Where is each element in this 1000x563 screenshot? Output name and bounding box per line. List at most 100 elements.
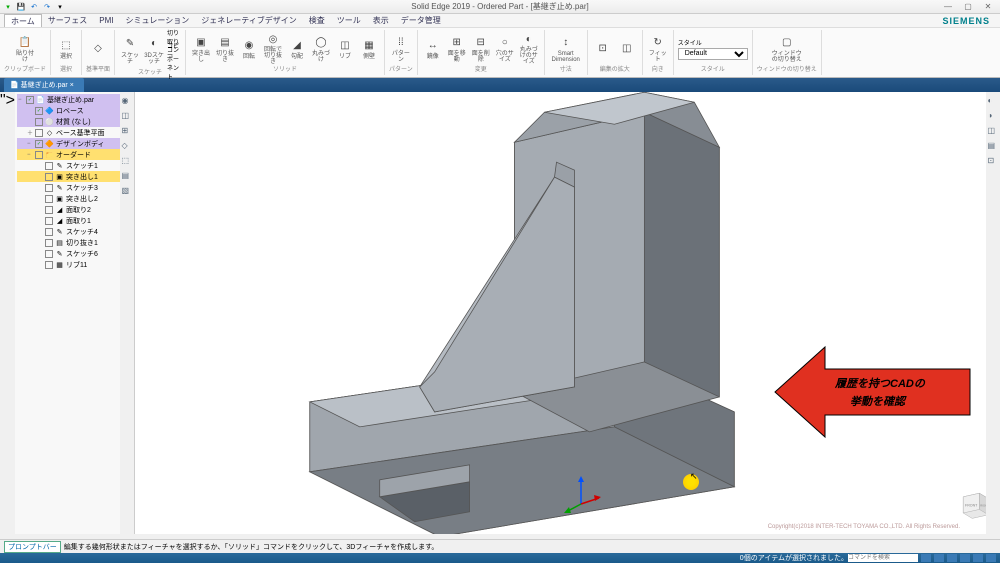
rt-tool-4[interactable]: ▤ (988, 141, 999, 152)
bb-btn-6[interactable] (986, 554, 996, 562)
checkbox[interactable] (35, 118, 43, 126)
checkbox[interactable]: ✓ (35, 140, 43, 148)
lt-tool-2[interactable]: ◫ (122, 111, 133, 122)
checkbox[interactable] (45, 162, 53, 170)
tree-item[interactable]: ◢面取り2 (17, 204, 132, 215)
checkbox[interactable] (45, 217, 53, 225)
save-icon[interactable]: 💾 (15, 1, 27, 12)
mirror-button[interactable]: ↔鏡像 (422, 33, 444, 65)
rt-tool-5[interactable]: ⊡ (988, 156, 999, 167)
feature-tree[interactable]: −✓📄基継ぎ止め.par✓🔷ロベース⚪材質 (なし)＋◇ベース基準平面−✓🔶デザ… (15, 92, 134, 272)
checkbox[interactable] (45, 250, 53, 258)
checkbox[interactable] (45, 228, 53, 236)
command-search-input[interactable] (848, 554, 918, 562)
tab-surface[interactable]: サーフェス (42, 14, 94, 27)
tree-item[interactable]: ▦リブ11 (17, 259, 132, 270)
extrude-button[interactable]: ▣突き出し (190, 33, 212, 65)
round-size-button[interactable]: ◐丸みづけのサイズ (518, 33, 540, 65)
revolve-cut-button[interactable]: ◎回転で切り抜き (262, 33, 284, 65)
3d-viewport[interactable]: ↖ 履歴を持つCADの 挙動を確認 FRONT RIGHT Copyright(… (135, 92, 1000, 534)
tree-item[interactable]: ✎スケッチ3 (17, 182, 132, 193)
zoom-extents-button[interactable]: ⊡ (592, 33, 614, 65)
document-tab[interactable]: 📄 基継ぎ止め.par × (4, 78, 84, 92)
bb-btn-2[interactable] (934, 554, 944, 562)
rt-tool-1[interactable]: ◐ (988, 96, 999, 107)
tree-item[interactable]: ✎スケッチ6 (17, 248, 132, 259)
rib-button[interactable]: ◫リブ (334, 33, 356, 65)
tab-pmi[interactable]: PMI (93, 14, 119, 27)
tree-item[interactable]: −✓🔶デザインボディ (17, 138, 132, 149)
lt-tool-3[interactable]: ⊞ (122, 126, 133, 137)
minimize-button[interactable]: — (939, 2, 957, 12)
fit-button[interactable]: ↻フィット (647, 33, 669, 65)
zoom-area-button[interactable]: ◫ (616, 33, 638, 65)
checkbox[interactable] (45, 239, 53, 247)
sketch-button[interactable]: ✎スケッチ (119, 34, 141, 66)
lt-tool-7[interactable]: ▧ (122, 186, 133, 197)
cutout-button[interactable]: ▤切り抜き (214, 33, 236, 65)
undo-icon[interactable]: ↶ (28, 1, 40, 12)
select-button[interactable]: ⬚選択 (55, 33, 77, 65)
checkbox[interactable] (45, 261, 53, 269)
tab-home[interactable]: ホーム (4, 14, 42, 27)
thin-wall-button[interactable]: ▦側壁 (358, 33, 380, 65)
checkbox[interactable]: ✓ (35, 107, 43, 115)
hole-size-button[interactable]: ○穴のサイズ (494, 33, 516, 65)
rt-tool-2[interactable]: ◑ (988, 111, 999, 122)
close-button[interactable]: ✕ (979, 2, 997, 12)
round-button[interactable]: ◯丸みづけ (310, 33, 332, 65)
tree-item[interactable]: ＋◇ベース基準平面 (17, 127, 132, 138)
expand-icon[interactable]: − (18, 97, 26, 103)
plane-button[interactable]: ◇ (87, 33, 109, 65)
app-icon[interactable]: ▾ (2, 1, 14, 12)
bb-btn-4[interactable] (960, 554, 970, 562)
lt-tool-5[interactable]: ⬚ (122, 156, 133, 167)
style-select[interactable]: Default (678, 48, 748, 60)
checkbox[interactable] (45, 206, 53, 214)
close-tab-icon[interactable]: × (70, 82, 74, 89)
bb-btn-5[interactable] (973, 554, 983, 562)
checkbox[interactable] (45, 184, 53, 192)
lt-tool-6[interactable]: ▤ (122, 171, 133, 182)
tab-simulation[interactable]: シミュレーション (120, 14, 196, 27)
checkbox[interactable]: ✓ (26, 96, 34, 104)
tree-item[interactable]: ▤切り抜き1 (17, 237, 132, 248)
expand-icon[interactable]: − (27, 141, 35, 147)
checkbox[interactable] (35, 151, 43, 159)
bb-btn-3[interactable] (947, 554, 957, 562)
lt-tool-4[interactable]: ◇ (122, 141, 133, 152)
tab-inspect[interactable]: 検査 (303, 14, 331, 27)
expand-icon[interactable]: ＋ (27, 128, 35, 137)
pattern-button[interactable]: ⁞⁞パターン (390, 33, 412, 65)
expand-icon[interactable]: − (27, 152, 35, 158)
qat-dropdown-icon[interactable]: ▾ (54, 1, 66, 12)
3dsketch-button[interactable]: ◐3Dスケッチ (143, 34, 165, 66)
tree-item[interactable]: ◢面取り1 (17, 215, 132, 226)
draft-button[interactable]: ◢勾配 (286, 33, 308, 65)
lt-tool-1[interactable]: ◉ (122, 96, 133, 107)
rt-tool-3[interactable]: ◫ (988, 126, 999, 137)
revolve-button[interactable]: ◉回転 (238, 33, 260, 65)
checkbox[interactable] (45, 195, 53, 203)
tab-generative[interactable]: ジェネレーティブデザイン (195, 14, 303, 27)
component-button[interactable]: コンポーネント (167, 57, 181, 69)
redo-icon[interactable]: ↷ (41, 1, 53, 12)
maximize-button[interactable]: ▢ (959, 2, 977, 12)
tree-item[interactable]: ⚪材質 (なし) (17, 116, 132, 127)
tab-view[interactable]: 表示 (367, 14, 395, 27)
delete-face-button[interactable]: ⊟面を削除 (470, 33, 492, 65)
move-face-button[interactable]: ⊞面を移動 (446, 33, 468, 65)
tree-item[interactable]: ▣突き出し2 (17, 193, 132, 204)
checkbox[interactable] (35, 129, 43, 137)
tree-item[interactable]: ▣突き出し1 (17, 171, 132, 182)
bb-btn-1[interactable] (921, 554, 931, 562)
tree-item[interactable]: −✓📄基継ぎ止め.par (17, 94, 132, 105)
tree-item[interactable]: ✎スケッチ4 (17, 226, 132, 237)
checkbox[interactable] (45, 173, 53, 181)
tab-tools[interactable]: ツール (331, 14, 367, 27)
tree-item[interactable]: ✓🔷ロベース (17, 105, 132, 116)
window-switch-button[interactable]: ▢ウィンドウの切り替え (771, 33, 803, 65)
tab-data[interactable]: データ管理 (395, 14, 447, 27)
smart-dimension-button[interactable]: ↕Smart Dimension (549, 33, 583, 65)
tree-item[interactable]: −📁オーダード (17, 149, 132, 160)
